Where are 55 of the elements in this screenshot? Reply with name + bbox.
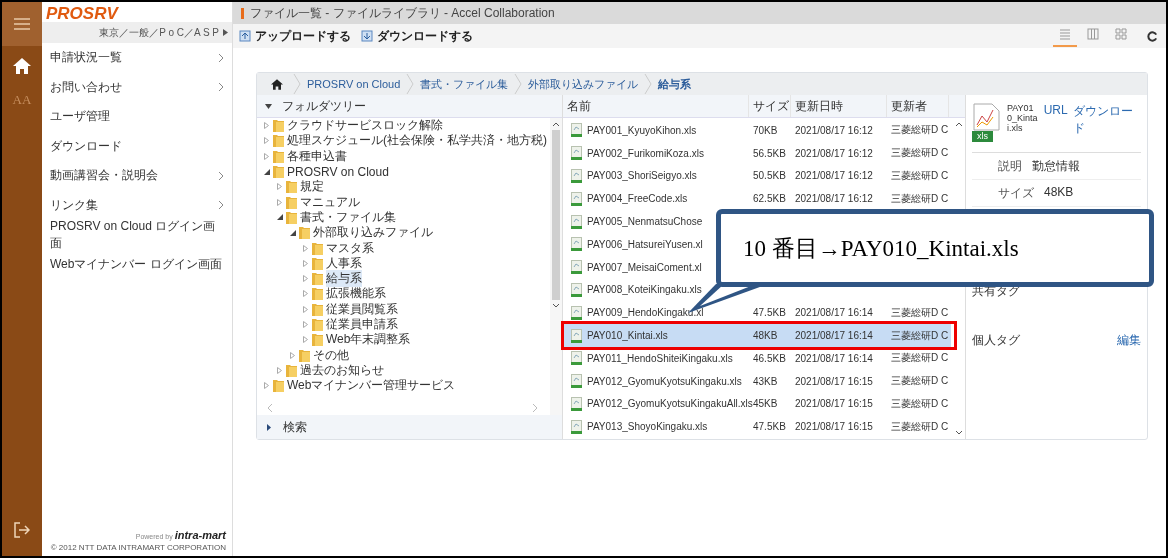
file-size: 70KB (753, 124, 778, 136)
file-name: PAY007_MeisaiComent.xl (587, 261, 702, 273)
field-value: 48KB (1044, 185, 1074, 201)
file-size: 56.5KB (753, 147, 786, 159)
updater-name: 三菱総研D C (891, 169, 949, 183)
updater-name: 三菱総研D C (891, 419, 949, 434)
file-size: 48KB (753, 330, 778, 342)
file-name: PAY001_KyuyoKihon.xls (587, 124, 697, 136)
file-size: 47.5KB (753, 307, 786, 319)
file-name: PAY002_FurikomiKoza.xls (587, 147, 704, 159)
updater-name: 三菱総研D C (891, 146, 949, 161)
updater-name: 三菱総研D C (891, 351, 949, 366)
field-value: 勤怠情報 (1032, 158, 1080, 175)
window-title: ファイル一覧 - ファイルライブラリ - Accel Collaboration (250, 4, 555, 22)
file-name: PAY006_HatsureiYusen.xl (587, 238, 703, 250)
file-name: PAY010_Kintai.xls (587, 330, 668, 342)
field-label: サイズ (998, 185, 1034, 202)
file-name: PAY005_NenmatsuChose (587, 216, 703, 228)
file-name: PAY013_ShoyoKingaku.xls (587, 421, 708, 433)
file-name: PAY003_ShoriSeigyo.xls (587, 170, 697, 182)
file-size: 43KB (753, 375, 778, 387)
file-type-label: xls (972, 131, 993, 142)
updated-date: 2021/08/17 16:14 (795, 307, 873, 319)
file-size: 50.5KB (753, 170, 786, 182)
updater-name: 三菱総研D C (891, 396, 949, 411)
updated-date: 2021/08/17 16:15 (795, 421, 873, 433)
updated-date: 2021/08/17 16:12 (795, 193, 873, 205)
updated-date: 2021/08/17 16:15 (795, 398, 873, 410)
updater-name: 三菱総研D C (891, 374, 949, 389)
updated-date: 2021/08/17 16:14 (795, 352, 873, 364)
personal-tags-label: 個人タグ (972, 332, 1020, 349)
updated-date: 2021/08/17 16:12 (795, 170, 873, 182)
intra-mart-logo: intra-mart (174, 529, 226, 541)
file-name: PAY010_Kintai.xls (1006, 103, 1038, 135)
copyright-text: © 2012 NTT DATA INTRAMART CORPORATION (49, 542, 227, 554)
field-label: 説明 (998, 158, 1022, 175)
file-name: PAY012_GyomuKyotsuKingakuAll.xls (587, 398, 753, 410)
updated-date: 2021/08/17 16:12 (795, 124, 873, 136)
file-name: PAY011_HendoShiteiKingaku.xls (587, 352, 733, 364)
file-name: PAY009_HendoKingaku.xl (587, 307, 704, 319)
updater-name: 三菱総研D C (891, 123, 949, 138)
updated-date: 2021/08/17 16:15 (795, 375, 873, 387)
updater-name: 三菱総研D C (891, 191, 949, 206)
updated-date: 2021/08/17 16:14 (795, 330, 873, 342)
file-name: PAY008_KoteiKingaku.xls (587, 284, 702, 296)
file-size: 62.5KB (753, 193, 786, 205)
file-size: 45KB (753, 398, 778, 410)
file-size: 46.5KB (753, 352, 786, 364)
prosrv-logo: PROSRV (45, 3, 120, 22)
updater-name: 三菱総研D C (891, 328, 949, 343)
updated-date: 2021/08/17 16:12 (795, 147, 873, 159)
file-name: PAY004_FreeCode.xls (587, 193, 688, 205)
updater-name: 三菱総研D C (891, 305, 949, 320)
file-size: 47.5KB (753, 421, 786, 433)
file-name: PAY012_GyomuKyotsuKingaku.xls (587, 375, 742, 387)
